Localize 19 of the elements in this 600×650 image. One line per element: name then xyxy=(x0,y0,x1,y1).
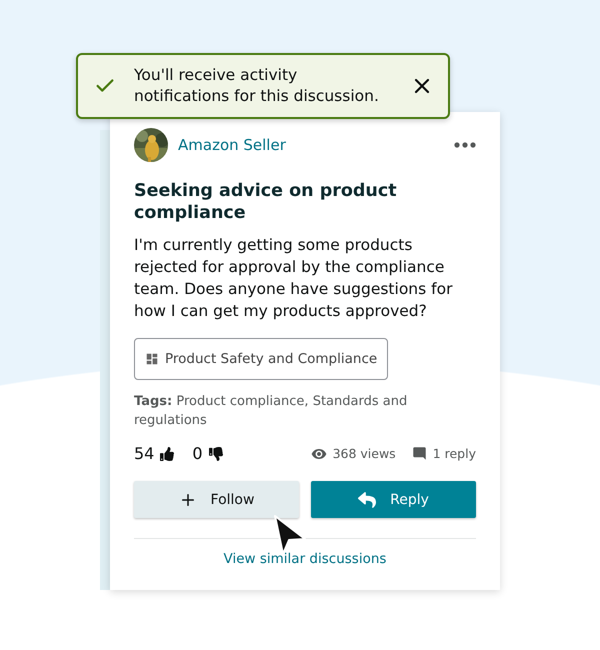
dashboard-icon xyxy=(145,352,159,366)
tags-text: Tags: Product compliance, Standards and regulations xyxy=(134,393,408,430)
reply-icon xyxy=(358,490,376,508)
dislike-count: 0 xyxy=(192,444,203,463)
like-count: 54 xyxy=(134,444,154,463)
author-link[interactable]: Amazon Seller xyxy=(178,136,444,154)
reply-count: 1 reply xyxy=(432,446,476,461)
thumbs-down-icon[interactable] xyxy=(208,446,223,460)
similar-discussions-link[interactable]: View similar discussions xyxy=(224,551,386,567)
reply-button[interactable]: Reply xyxy=(311,481,476,518)
post-body: I'm currently getting some products rejected for approval by the compliance team. Does anyone have suggestions for how I can get my products approved? xyxy=(134,235,454,322)
comment-icon xyxy=(412,446,427,461)
more-icon[interactable] xyxy=(454,142,476,148)
thumbs-up-icon[interactable] xyxy=(160,446,174,460)
post-title: Seeking advice on product compliance xyxy=(134,180,398,224)
category-chip[interactable]: Product Safety and Compliance xyxy=(134,338,388,380)
toast-message: You'll receive activity notifications for this discussion. xyxy=(134,65,380,107)
follow-button[interactable]: Follow xyxy=(134,481,299,518)
view-count: 368 views xyxy=(332,446,396,461)
